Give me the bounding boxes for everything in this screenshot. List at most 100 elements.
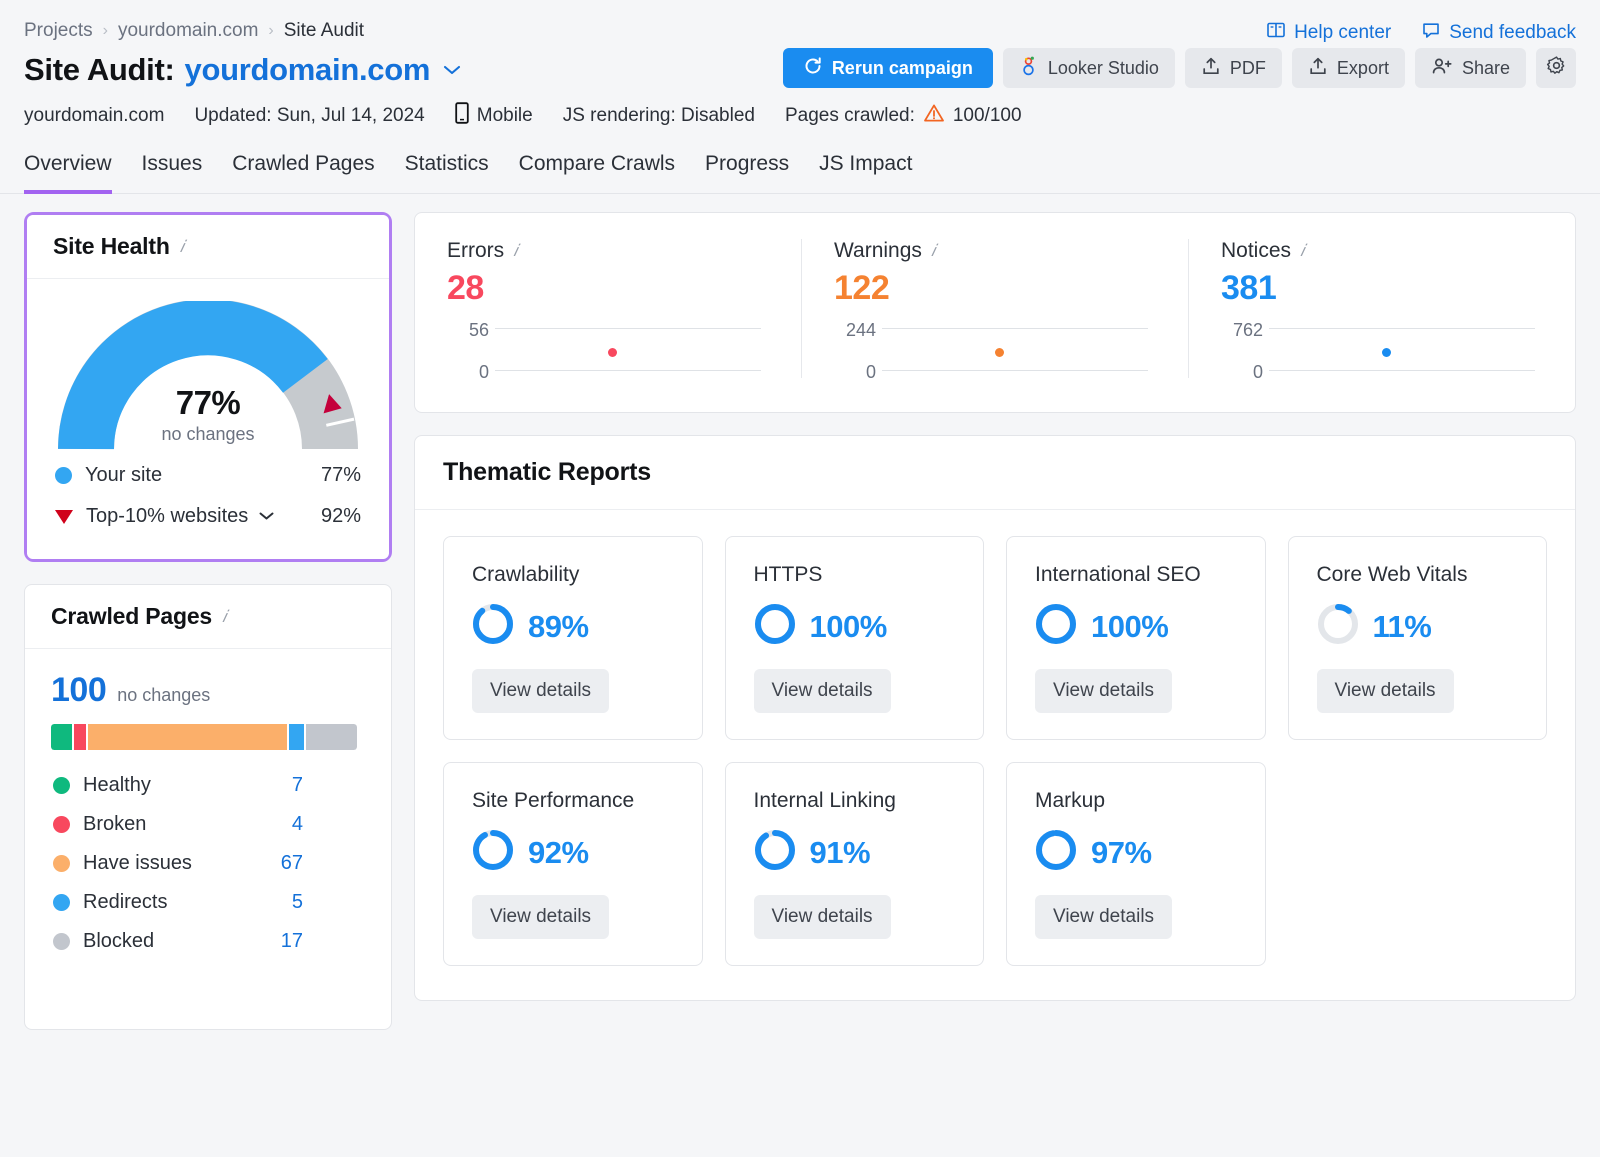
info-icon[interactable]: 𝑖 — [513, 241, 518, 261]
pdf-label: PDF — [1230, 58, 1266, 79]
crawled-pages-row-healthy[interactable]: Healthy 7 — [51, 766, 365, 805]
settings-button[interactable] — [1536, 48, 1576, 88]
crawled-pages-row-redirects[interactable]: Redirects 5 — [51, 883, 365, 922]
meta-domain: yourdomain.com — [24, 105, 164, 127]
meta-updated: Updated: Sun, Jul 14, 2024 — [194, 105, 424, 127]
thematic-report-card[interactable]: HTTPS100%View details — [725, 536, 985, 740]
stacked-bar-segment — [289, 724, 304, 750]
view-details-button[interactable]: View details — [472, 669, 609, 713]
info-icon[interactable]: 𝑖 — [931, 241, 936, 261]
donut-progress-icon — [472, 603, 514, 650]
info-icon[interactable]: 𝑖 — [1300, 241, 1305, 261]
thematic-report-card[interactable]: Markup97%View details — [1006, 762, 1266, 966]
export-button[interactable]: Export — [1292, 48, 1405, 88]
crawled-pages-value-redirects[interactable]: 5 — [273, 891, 303, 914]
thematic-reports-card: Thematic Reports Crawlability89%View det… — [414, 435, 1576, 1001]
metric-warnings-value: 122 — [834, 269, 1156, 308]
tab-js-impact[interactable]: JS Impact — [819, 152, 912, 194]
thematic-report-name: Internal Linking — [754, 789, 956, 813]
thematic-report-card[interactable]: Internal Linking91%View details — [725, 762, 985, 966]
tab-bar: Overview Issues Crawled Pages Statistics… — [0, 130, 1600, 194]
tab-crawled-pages[interactable]: Crawled Pages — [232, 152, 374, 194]
pdf-button[interactable]: PDF — [1185, 48, 1282, 88]
donut-progress-icon — [472, 829, 514, 876]
site-health-legend-top-websites[interactable]: Top-10% websites 92% — [53, 496, 363, 537]
meta-js-rendering: JS rendering: Disabled — [563, 105, 755, 127]
thematic-reports-title: Thematic Reports — [443, 458, 651, 487]
info-icon[interactable]: 𝑖 — [180, 237, 185, 257]
crawled-pages-count: 100 — [51, 671, 106, 710]
status-dot-broken-icon — [53, 816, 70, 833]
metric-notices-data-point — [1382, 348, 1391, 357]
view-details-button[interactable]: View details — [754, 669, 891, 713]
tab-progress[interactable]: Progress — [705, 152, 789, 194]
meta-pages-crawled-label: Pages crawled: — [785, 105, 915, 127]
tab-issues[interactable]: Issues — [142, 152, 203, 194]
tab-statistics[interactable]: Statistics — [405, 152, 489, 194]
site-health-readout: 77% no changes — [58, 384, 358, 445]
metric-notices-head: Notices 𝑖 — [1221, 239, 1543, 263]
action-bar: Rerun campaign Looker Studio — [783, 48, 1576, 88]
metric-errors-max-tick: 56 — [447, 320, 489, 341]
meta-row: yourdomain.com Updated: Sun, Jul 14, 202… — [0, 88, 1600, 130]
crawled-pages-label-have-issues: Have issues — [83, 852, 192, 875]
view-details-button[interactable]: View details — [472, 895, 609, 939]
legend-label-top-websites: Top-10% websites — [86, 505, 248, 528]
metric-errors-min-tick: 0 — [447, 362, 489, 383]
stacked-bar-segment — [74, 724, 86, 750]
meta-pages-crawled-value: 100/100 — [953, 105, 1022, 127]
chevron-down-icon[interactable] — [258, 508, 275, 526]
title-row: Site Audit:yourdomain.com Rerun campaign — [0, 42, 1600, 88]
crawled-pages-card: Crawled Pages 𝑖 100 no changes Healthy 7… — [24, 584, 392, 1030]
metric-errors[interactable]: Errors 𝑖 28 56 0 — [415, 239, 801, 378]
view-details-button[interactable]: View details — [1035, 669, 1172, 713]
info-icon[interactable]: 𝑖 — [222, 607, 227, 627]
send-feedback-label: Send feedback — [1449, 22, 1576, 44]
chevron-down-icon[interactable] — [442, 60, 462, 80]
crawled-pages-body: 100 no changes Healthy 7 Broken 4 Have i… — [25, 649, 391, 1029]
meta-device-label: Mobile — [477, 105, 533, 127]
site-health-title: Site Health — [53, 233, 170, 260]
breadcrumb-separator-icon: › — [103, 22, 108, 40]
crawled-pages-value-broken[interactable]: 4 — [273, 813, 303, 836]
view-details-button[interactable]: View details — [754, 895, 891, 939]
rerun-campaign-label: Rerun campaign — [832, 58, 973, 79]
breadcrumb-item-domain[interactable]: yourdomain.com — [118, 20, 258, 42]
tab-overview[interactable]: Overview — [24, 152, 112, 194]
thematic-report-name: International SEO — [1035, 563, 1237, 587]
crawled-pages-row-broken[interactable]: Broken 4 — [51, 805, 365, 844]
crawled-pages-value-have-issues[interactable]: 67 — [273, 852, 303, 875]
site-health-body: 77% no changes Your site 77% Top-10% web… — [27, 279, 389, 559]
donut-progress-icon — [754, 603, 796, 650]
page-title-domain[interactable]: yourdomain.com — [185, 52, 431, 87]
site-health-legend-your-site: Your site 77% — [53, 455, 363, 496]
thematic-report-percent: 89% — [528, 609, 589, 645]
refresh-icon — [803, 56, 823, 81]
thematic-report-card[interactable]: Crawlability89%View details — [443, 536, 703, 740]
view-details-button[interactable]: View details — [1035, 895, 1172, 939]
thematic-report-score: 92% — [472, 829, 674, 876]
thematic-report-card[interactable]: International SEO100%View details — [1006, 536, 1266, 740]
metric-warnings-sparkline: 244 0 — [834, 322, 1156, 378]
rerun-campaign-button[interactable]: Rerun campaign — [783, 48, 993, 88]
view-details-button[interactable]: View details — [1317, 669, 1454, 713]
metric-notices-label: Notices — [1221, 239, 1291, 263]
looker-studio-button[interactable]: Looker Studio — [1003, 48, 1175, 88]
status-dot-blocked-icon — [53, 933, 70, 950]
thematic-report-score: 100% — [754, 603, 956, 650]
thematic-report-card[interactable]: Core Web Vitals11%View details — [1288, 536, 1548, 740]
crawled-pages-stacked-bar — [51, 724, 357, 750]
metric-warnings[interactable]: Warnings 𝑖 122 244 0 — [801, 239, 1188, 378]
crawled-pages-value-healthy[interactable]: 7 — [273, 774, 303, 797]
thematic-report-percent: 97% — [1091, 835, 1152, 871]
crawled-pages-value-blocked[interactable]: 17 — [273, 930, 303, 953]
share-button[interactable]: Share — [1415, 48, 1526, 88]
tab-compare-crawls[interactable]: Compare Crawls — [519, 152, 675, 194]
thematic-report-card[interactable]: Site Performance92%View details — [443, 762, 703, 966]
donut-progress-icon — [1035, 603, 1077, 650]
breadcrumb-item-projects[interactable]: Projects — [24, 20, 93, 42]
crawled-pages-row-blocked[interactable]: Blocked 17 — [51, 922, 365, 961]
crawled-pages-row-have-issues[interactable]: Have issues 67 — [51, 844, 365, 883]
metric-notices-value: 381 — [1221, 269, 1543, 308]
metric-notices[interactable]: Notices 𝑖 381 762 0 — [1188, 239, 1575, 378]
